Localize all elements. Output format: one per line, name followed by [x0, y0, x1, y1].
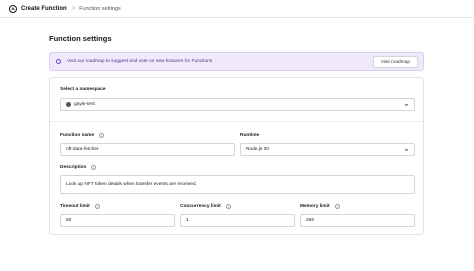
runtime-select[interactable]: Node.js 20 [240, 143, 415, 156]
roadmap-banner: Visit our roadmap to suggest and vote on… [49, 52, 424, 71]
page-title: Function settings [49, 34, 112, 43]
runtime-value: Node.js 20 [246, 147, 269, 152]
function-logo-icon[interactable] [9, 4, 17, 13]
memory-label-text: Memory limit [300, 204, 330, 209]
memory-value: 256 [306, 218, 315, 223]
breadcrumb-separator-icon: > [71, 5, 76, 12]
function-name-value: nft-data-fetcher [66, 147, 99, 152]
function-name-label-text: Function name [60, 133, 95, 138]
divider [50, 121, 423, 122]
namespace-value: gayle-test [74, 102, 95, 107]
settings-card: Select a namespace gayle-test Function n… [49, 77, 424, 235]
info-icon[interactable]: i [225, 204, 231, 209]
namespace-select[interactable]: gayle-test [60, 98, 415, 111]
timeout-label: Timeout limit i [60, 204, 100, 209]
info-circle-icon [56, 59, 61, 64]
memory-label: Memory limit i [300, 204, 340, 209]
chevron-down-icon [404, 103, 409, 106]
timeout-input[interactable]: 60 [60, 214, 175, 227]
visit-roadmap-button[interactable]: Visit roadmap [372, 56, 418, 68]
namespace-label: Select a namespace [60, 87, 106, 92]
concurrency-input[interactable]: 1 [180, 214, 295, 227]
concurrency-label-text: Concurrency limit [180, 204, 221, 209]
description-label: Description i [60, 165, 97, 170]
concurrency-value: 1 [186, 218, 189, 223]
timeout-label-text: Timeout limit [60, 204, 90, 209]
runtime-label-text: Runtime [240, 133, 260, 138]
info-icon[interactable]: i [94, 204, 100, 209]
description-input[interactable]: Look up NFT token details when transfer … [60, 175, 415, 194]
breadcrumb-current: Function settings [79, 5, 121, 12]
memory-input[interactable]: 256 [300, 214, 415, 227]
timeout-value: 60 [66, 218, 72, 223]
runtime-label: Runtime [240, 133, 259, 138]
namespace-label-text: Select a namespace [60, 87, 106, 92]
info-icon[interactable]: i [91, 165, 97, 170]
function-name-label: Function name i [60, 133, 105, 138]
breadcrumb-create-function[interactable]: Create Function [21, 6, 67, 12]
top-bar: Create Function > Function settings [0, 0, 474, 18]
concurrency-label: Concurrency limit i [180, 204, 231, 209]
info-icon[interactable]: i [334, 204, 340, 209]
namespace-icon [66, 102, 71, 107]
function-name-input[interactable]: nft-data-fetcher [60, 143, 235, 156]
banner-text: Visit our roadmap to suggest and vote on… [67, 59, 213, 64]
info-icon[interactable]: i [99, 133, 105, 138]
chevron-down-icon [404, 148, 409, 151]
description-label-text: Description [60, 165, 87, 170]
description-value: Look up NFT token details when transfer … [66, 182, 197, 187]
